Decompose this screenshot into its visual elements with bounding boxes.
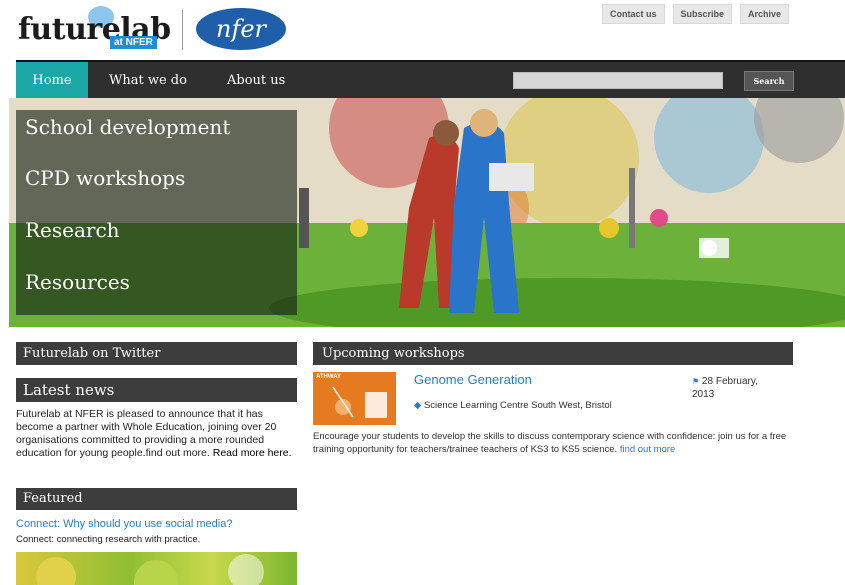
read-more-link[interactable]: Read more here. bbox=[213, 447, 292, 459]
featured-image-art bbox=[36, 554, 264, 585]
logo-subtext: at NFER bbox=[110, 36, 157, 49]
featured-heading: Featured bbox=[16, 488, 297, 510]
location-dot-icon: ◆ bbox=[414, 400, 422, 411]
search-input[interactable] bbox=[513, 72, 723, 89]
calendar-flag-icon: ⚑ bbox=[692, 377, 700, 386]
nav-home[interactable]: Home bbox=[16, 62, 88, 100]
workshop-date-text: 28 February, 2013 bbox=[692, 376, 758, 400]
workshop-description: Encourage your students to develop the s… bbox=[313, 430, 793, 456]
workshop-location: ◆ Science Learning Centre South West, Br… bbox=[414, 400, 612, 411]
hero-link-school-development[interactable]: School development bbox=[25, 115, 230, 139]
hero-link-research[interactable]: Research bbox=[25, 218, 120, 242]
upcoming-workshops-heading: Upcoming workshops bbox=[313, 342, 793, 365]
subscribe-link[interactable]: Subscribe bbox=[672, 4, 733, 24]
contact-us-link[interactable]: Contact us bbox=[602, 4, 665, 24]
featured-image[interactable] bbox=[16, 552, 297, 585]
hero-menu: School development CPD workshops Researc… bbox=[16, 110, 297, 315]
search-button[interactable]: Search bbox=[744, 71, 794, 91]
twitter-heading[interactable]: Futurelab on Twitter bbox=[16, 342, 297, 365]
latest-news-heading: Latest news bbox=[16, 378, 297, 402]
top-links: Contact us Subscribe Archive bbox=[602, 4, 790, 24]
latest-news-text: Futurelab at NFER is pleased to announce… bbox=[16, 408, 298, 460]
workshop-thumbnail[interactable]: ATHWAY bbox=[313, 372, 396, 425]
hero-link-resources[interactable]: Resources bbox=[25, 270, 130, 294]
find-out-more-link[interactable]: find out more bbox=[620, 444, 675, 455]
nav-what-we-do[interactable]: What we do bbox=[109, 62, 187, 100]
nfer-logo-text: nfer bbox=[215, 15, 266, 43]
archive-link[interactable]: Archive bbox=[740, 4, 790, 24]
main-nav: Home What we do About us Search bbox=[16, 60, 845, 100]
logo-divider bbox=[182, 10, 183, 50]
nav-about-us[interactable]: About us bbox=[227, 62, 285, 100]
futurelab-logo[interactable]: futurelab at NFER nfer bbox=[18, 6, 286, 50]
hero-link-cpd-workshops[interactable]: CPD workshops bbox=[25, 166, 185, 190]
workshop-date: ⚑ 28 February, 2013 bbox=[692, 375, 782, 401]
featured-link[interactable]: Connect: Why should you use social media… bbox=[16, 518, 232, 530]
hero-banner: School development CPD workshops Researc… bbox=[9, 98, 845, 327]
workshop-description-text: Encourage your students to develop the s… bbox=[313, 431, 787, 455]
workshop-title-link[interactable]: Genome Generation bbox=[414, 372, 532, 387]
featured-subtitle: Connect: connecting research with practi… bbox=[16, 534, 201, 545]
nfer-logo[interactable]: nfer bbox=[196, 8, 286, 50]
workshop-location-text: Science Learning Centre South West, Bris… bbox=[423, 400, 612, 411]
workshop-thumbnail-label: ATHWAY bbox=[316, 374, 342, 380]
